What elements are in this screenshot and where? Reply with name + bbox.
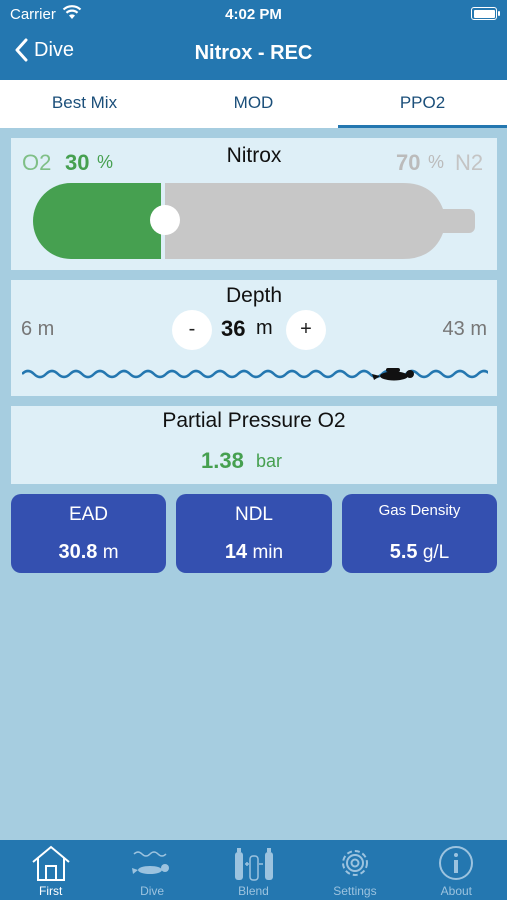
- segment-tabs: Best Mix MOD PPO2: [0, 80, 507, 128]
- ead-box[interactable]: EAD 30.8 m: [11, 494, 166, 573]
- depth-card: Depth 6 m 43 m - 36 m +: [11, 280, 497, 396]
- n2-percent-value: 70: [396, 150, 421, 175]
- tabbar-dive-label: Dive: [140, 884, 165, 898]
- tabbar-about[interactable]: About: [406, 840, 507, 900]
- tabbar-first-label: First: [39, 884, 63, 898]
- tank-o2-portion: [33, 183, 161, 259]
- tabbar-settings[interactable]: Settings: [304, 840, 405, 900]
- ppo2-value: 1.38: [201, 448, 244, 473]
- tabbar-dive[interactable]: Dive: [101, 840, 202, 900]
- ndl-label: NDL: [234, 504, 273, 525]
- o2-percent-value: 30: [65, 150, 90, 175]
- depth-value: 36: [221, 316, 246, 341]
- depth-slider-waves[interactable]: [22, 360, 488, 388]
- n2-percent-unit: %: [428, 152, 445, 172]
- mix-slider-handle[interactable]: [150, 205, 180, 235]
- gas-mix-tank-slider[interactable]: [33, 183, 475, 259]
- depth-min-label: 6 m: [21, 318, 55, 340]
- tabbar-blend-label: Blend: [238, 884, 269, 898]
- diver-icon: [132, 851, 170, 874]
- tab-mod[interactable]: MOD: [169, 80, 338, 128]
- diver-icon[interactable]: [372, 368, 414, 381]
- o2-label: O2: [22, 150, 52, 175]
- ppo2-card: Partial Pressure O2 1.38 bar: [11, 406, 497, 484]
- ppo2-title: Partial Pressure O2: [162, 409, 346, 432]
- gas-density-value-row: 5.5 g/L: [342, 541, 497, 564]
- ead-unit: m: [102, 542, 119, 563]
- ndl-box[interactable]: NDL 14 min: [176, 494, 332, 573]
- ead-value-row: 30.8 m: [11, 541, 166, 564]
- bottom-tab-bar: First Dive Blend Settings About: [0, 840, 507, 900]
- gear-icon: [341, 850, 368, 876]
- battery-icon: [471, 7, 500, 20]
- tabbar-blend[interactable]: Blend: [203, 840, 304, 900]
- tanks-icon: [234, 848, 273, 881]
- gas-density-value: 5.5: [389, 541, 418, 563]
- nitrox-card: Nitrox O2 30 % 70 % N2: [11, 138, 497, 270]
- ndl-unit: min: [252, 542, 284, 563]
- tab-ppo2[interactable]: PPO2: [338, 80, 507, 128]
- info-icon: [439, 846, 474, 880]
- ppo2-unit: bar: [256, 451, 283, 471]
- n2-label: N2: [455, 150, 484, 175]
- water-waves: [22, 369, 488, 379]
- tabbar-settings-label: Settings: [333, 884, 377, 898]
- depth-max-label: 43 m: [442, 318, 487, 340]
- depth-title: Depth: [225, 284, 283, 307]
- depth-unit: m: [256, 317, 273, 339]
- navigation-bar: Carrier 4:02 PM Dive Nitrox - REC: [0, 0, 507, 80]
- ndl-value-row: 14 min: [176, 541, 332, 564]
- depth-increment-button[interactable]: +: [286, 310, 326, 350]
- depth-decrement-button[interactable]: -: [172, 310, 212, 350]
- clock: 4:02 PM: [225, 6, 282, 23]
- o2-percent-unit: %: [97, 152, 114, 172]
- tabbar-about-label: About: [440, 884, 472, 898]
- tab-best-mix[interactable]: Best Mix: [0, 80, 169, 128]
- tabbar-first[interactable]: First: [0, 840, 101, 900]
- ndl-value: 14: [224, 541, 248, 563]
- page-title: Nitrox - REC: [194, 42, 313, 64]
- gas-density-unit: g/L: [422, 542, 450, 563]
- ead-value: 30.8: [58, 541, 98, 563]
- ead-label: EAD: [68, 504, 109, 525]
- status-bar: Carrier 4:02 PM: [0, 0, 507, 28]
- tank-n2-portion: [165, 183, 443, 259]
- gas-density-label: Gas Density: [378, 502, 461, 519]
- gas-density-box[interactable]: Gas Density 5.5 g/L: [342, 494, 497, 573]
- house-icon: [32, 845, 70, 881]
